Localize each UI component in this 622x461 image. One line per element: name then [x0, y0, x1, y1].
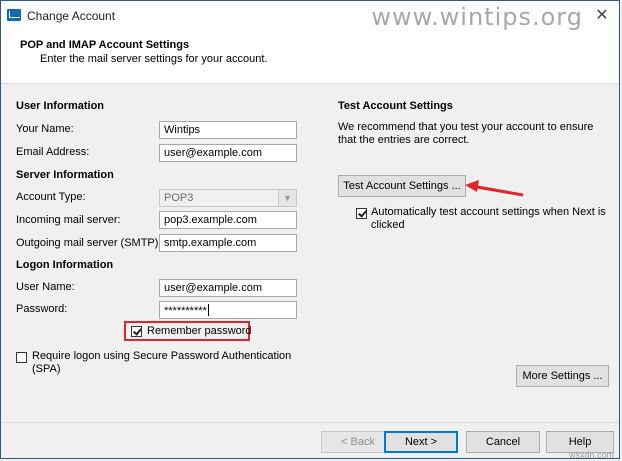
auto-test-label: Automatically test account settings when…: [371, 206, 606, 231]
outgoing-server-label: Outgoing mail server (SMTP):: [16, 237, 162, 249]
watermark: www.wintips.org: [371, 3, 583, 31]
incoming-server-label: Incoming mail server:: [16, 214, 121, 226]
outgoing-server-input[interactable]: [159, 234, 297, 252]
window-title: Change Account: [27, 9, 116, 23]
cancel-button[interactable]: Cancel: [466, 431, 540, 453]
password-input[interactable]: **********: [159, 301, 297, 319]
checkmark-icon: [133, 326, 142, 336]
password-value: **********: [164, 305, 207, 317]
user-name-input[interactable]: [159, 279, 297, 297]
red-arrow-icon: [465, 180, 524, 197]
remember-password-label: Remember password: [147, 325, 252, 337]
server-information-heading: Server Information: [16, 169, 114, 181]
spa-checkbox[interactable]: [16, 352, 27, 363]
more-settings-button[interactable]: More Settings ...: [516, 365, 609, 387]
header-panel: POP and IMAP Account Settings Enter the …: [1, 31, 619, 84]
test-account-settings-heading: Test Account Settings: [338, 100, 453, 112]
header-subtitle: Enter the mail server settings for your …: [40, 53, 268, 65]
incoming-server-input[interactable]: [159, 211, 297, 229]
email-address-input[interactable]: [159, 144, 297, 162]
test-account-settings-button[interactable]: Test Account Settings ...: [338, 175, 466, 197]
next-button[interactable]: Next >: [384, 431, 458, 453]
account-type-label: Account Type:: [16, 191, 86, 203]
header-title: POP and IMAP Account Settings: [20, 39, 190, 51]
outlook-app-icon: [7, 9, 21, 21]
user-information-heading: User Information: [16, 100, 105, 112]
source-watermark: wsxdn.com: [568, 450, 614, 460]
close-button[interactable]: ✕: [591, 5, 613, 27]
change-account-dialog: Change Account www.wintips.org ✕ POP and…: [0, 0, 620, 459]
email-address-label: Email Address:: [16, 146, 90, 158]
password-label: Password:: [16, 303, 68, 315]
title-bar: Change Account www.wintips.org ✕: [1, 1, 619, 31]
text-caret: [207, 304, 209, 316]
test-settings-description: We recommend that you test your account …: [338, 121, 594, 146]
chevron-down-icon: ▼: [278, 190, 296, 206]
spa-label: Require logon using Secure Password Auth…: [32, 350, 292, 375]
auto-test-checkbox[interactable]: [356, 208, 367, 219]
logon-information-heading: Logon Information: [16, 259, 114, 271]
your-name-label: Your Name:: [16, 123, 74, 135]
remember-password-checkbox[interactable]: [131, 326, 142, 337]
account-type-value: POP3: [164, 192, 194, 204]
user-name-label: User Name:: [16, 281, 75, 293]
footer-divider: [1, 422, 619, 423]
account-type-select[interactable]: POP3 ▼: [159, 189, 297, 207]
your-name-input[interactable]: [159, 121, 297, 139]
checkmark-icon: [358, 208, 367, 218]
